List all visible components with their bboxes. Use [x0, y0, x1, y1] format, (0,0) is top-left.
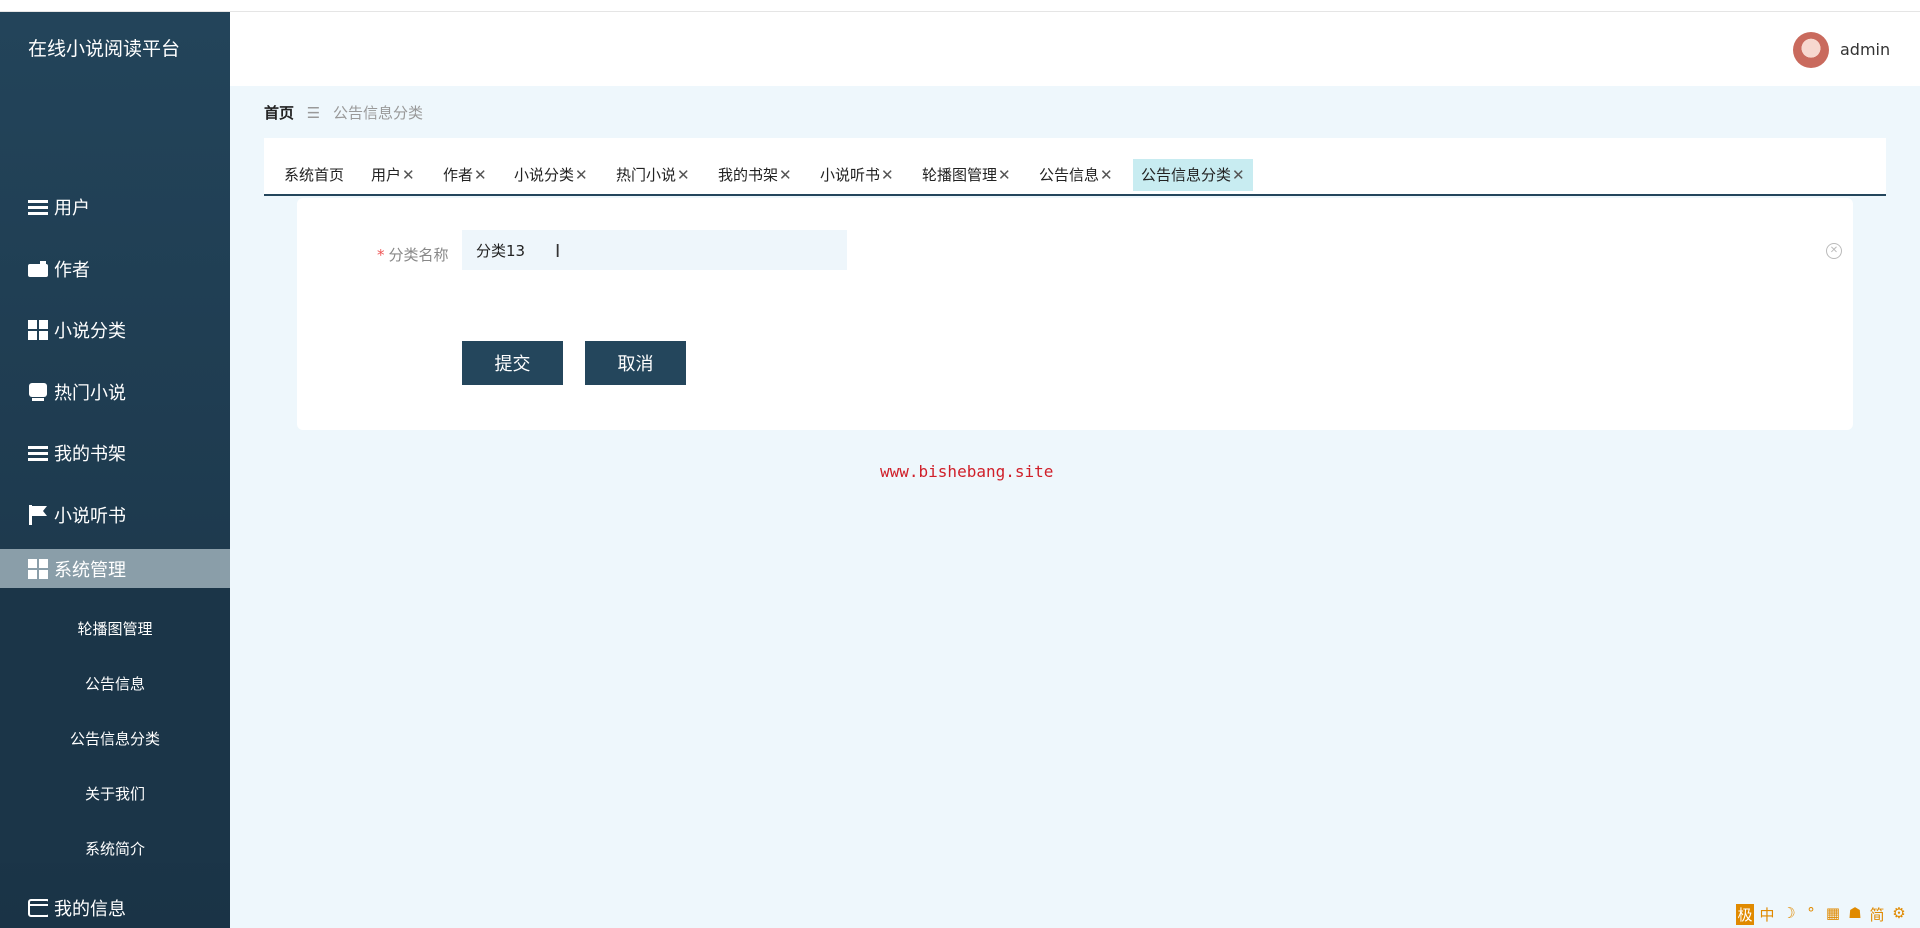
sidebar-item-label: 用户	[54, 198, 90, 219]
breadcrumb: 首页 ☰ 公告信息分类	[264, 102, 423, 123]
tab-label: 小说听书	[820, 166, 881, 184]
tab-label: 小说分类	[514, 166, 575, 184]
inbox-icon	[28, 382, 48, 402]
sidebar-item-audiobooks[interactable]: 小说听书	[0, 495, 230, 535]
tab-label: 用户	[371, 166, 402, 184]
sidebar-item-label: 作者	[54, 260, 90, 281]
system-submenu: 轮播图管理 公告信息 公告信息分类 关于我们 系统简介	[0, 588, 230, 863]
submenu-item-carousel[interactable]: 轮播图管理	[0, 618, 230, 639]
sidebar-item-label: 我的书架	[54, 444, 126, 465]
close-icon[interactable]: ✕	[474, 166, 487, 184]
sidebar-item-label: 我的信息	[54, 899, 126, 920]
browser-top-strip	[0, 0, 1920, 12]
tab-bar: 系统首页 用户✕ 作者✕ 小说分类✕ 热门小说✕ 我的书架✕ 小说听书✕ 轮播图…	[264, 138, 1886, 196]
tab-label: 轮播图管理	[922, 166, 998, 184]
ime-settings-icon[interactable]: ⚙	[1890, 904, 1908, 925]
breadcrumb-home[interactable]: 首页	[264, 104, 294, 122]
cancel-button[interactable]: 取消	[585, 341, 686, 385]
tab-label: 作者	[443, 166, 474, 184]
sidebar-item-system-management[interactable]: 系统管理	[0, 549, 230, 589]
sidebar-item-label: 小说分类	[54, 321, 126, 342]
tab-label: 公告信息分类	[1141, 166, 1232, 184]
tab-novel-categories[interactable]: 小说分类✕	[506, 159, 596, 191]
card-icon	[28, 898, 48, 918]
ime-simplified-icon[interactable]: 简	[1868, 904, 1886, 925]
tab-carousel[interactable]: 轮播图管理✕	[914, 159, 1019, 191]
ime-logo-icon[interactable]: 极	[1736, 904, 1754, 925]
sidebar-item-users[interactable]: 用户	[0, 187, 230, 227]
avatar[interactable]	[1793, 32, 1829, 68]
breadcrumb-separator: ☰	[306, 104, 321, 122]
grid-icon	[28, 320, 48, 340]
close-icon[interactable]: ✕	[677, 166, 690, 184]
tab-label: 热门小说	[616, 166, 677, 184]
close-icon[interactable]: ✕	[575, 166, 588, 184]
tab-label: 公告信息	[1039, 166, 1100, 184]
wallet-icon	[28, 259, 48, 279]
tab-authors[interactable]: 作者✕	[435, 159, 495, 191]
sidebar: 在线小说阅读平台 用户 作者 小说分类 热门小说 我的书架 小说听书 系统管理 …	[0, 12, 230, 928]
tab-bookshelf[interactable]: 我的书架✕	[710, 159, 800, 191]
watermark-text: www.bishebang.site	[880, 462, 1054, 481]
tab-audiobooks[interactable]: 小说听书✕	[812, 159, 902, 191]
submenu-item-announcement-categories[interactable]: 公告信息分类	[0, 728, 230, 749]
sidebar-item-bookshelf[interactable]: 我的书架	[0, 433, 230, 473]
sidebar-item-hot-novels[interactable]: 热门小说	[0, 372, 230, 412]
submenu-item-system-intro[interactable]: 系统简介	[0, 838, 230, 859]
close-icon[interactable]: ✕	[1232, 166, 1245, 184]
close-icon[interactable]: ✕	[779, 166, 792, 184]
tab-label: 我的书架	[718, 166, 779, 184]
submenu-item-announcements[interactable]: 公告信息	[0, 673, 230, 694]
breadcrumb-current: 公告信息分类	[333, 104, 424, 122]
submenu-item-about-us[interactable]: 关于我们	[0, 783, 230, 804]
ime-user-icon[interactable]: ☗	[1846, 904, 1864, 925]
ime-punctuation-icon[interactable]: °	[1802, 904, 1820, 925]
sidebar-item-authors[interactable]: 作者	[0, 249, 230, 289]
field-label-text: 分类名称	[388, 246, 449, 264]
ime-moon-icon[interactable]: ☽	[1780, 904, 1798, 925]
grid-icon	[28, 559, 48, 579]
tab-users[interactable]: 用户✕	[363, 159, 423, 191]
category-name-input[interactable]	[462, 230, 847, 270]
clear-icon[interactable]: ✕	[1826, 243, 1842, 259]
ime-chinese-mode-icon[interactable]: 中	[1758, 904, 1776, 925]
list-icon	[28, 197, 48, 217]
tab-announcements[interactable]: 公告信息✕	[1031, 159, 1121, 191]
close-icon[interactable]: ✕	[998, 166, 1011, 184]
tab-hot-novels[interactable]: 热门小说✕	[608, 159, 698, 191]
sidebar-item-label: 小说听书	[54, 506, 126, 527]
close-icon[interactable]: ✕	[402, 166, 415, 184]
tab-home[interactable]: 系统首页	[276, 159, 352, 191]
flag-icon	[28, 505, 48, 525]
category-name-label: * 分类名称	[377, 244, 449, 265]
required-mark: *	[377, 246, 385, 264]
top-header	[230, 12, 1920, 86]
close-icon[interactable]: ✕	[881, 166, 894, 184]
app-title: 在线小说阅读平台	[27, 38, 180, 60]
text-cursor-icon: I	[555, 241, 561, 262]
sidebar-item-my-info[interactable]: 我的信息	[0, 888, 230, 928]
ime-toolbar: 极 中 ☽ ° ▦ ☗ 简 ⚙	[1736, 904, 1908, 925]
tab-announcement-categories[interactable]: 公告信息分类✕	[1133, 159, 1253, 191]
sidebar-item-label: 系统管理	[54, 560, 126, 581]
ime-keyboard-icon[interactable]: ▦	[1824, 904, 1842, 925]
sidebar-item-novel-categories[interactable]: 小说分类	[0, 310, 230, 350]
username[interactable]: admin	[1840, 40, 1890, 59]
submit-button[interactable]: 提交	[462, 341, 563, 385]
tab-label: 系统首页	[284, 166, 345, 184]
list-icon	[28, 443, 48, 463]
sidebar-item-label: 热门小说	[54, 383, 126, 404]
close-icon[interactable]: ✕	[1100, 166, 1113, 184]
